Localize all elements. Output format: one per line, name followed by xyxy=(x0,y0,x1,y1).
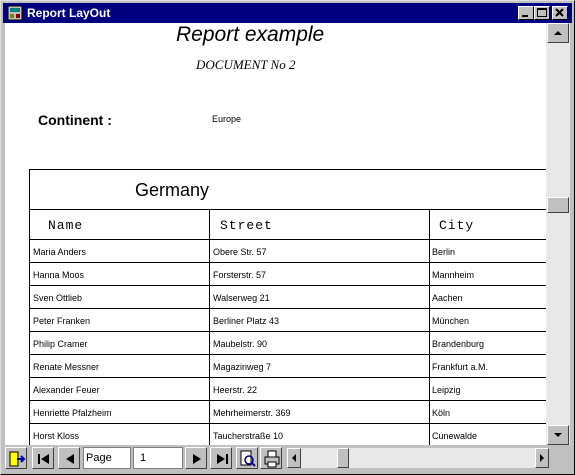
table-cell-street: Magazinweg 7 xyxy=(213,362,272,372)
table-cell-city: Berlin xyxy=(432,247,456,257)
table-cell-name: Maria Anders xyxy=(33,247,87,257)
continent-value: Europe xyxy=(212,114,242,124)
report-subtitle: DOCUMENT No 2 xyxy=(196,57,296,72)
table-cell-street: Berliner Platz 43 xyxy=(213,316,280,326)
print-icon[interactable] xyxy=(260,447,282,469)
vertical-scroll-thumb[interactable] xyxy=(547,197,569,213)
column-header-street: Street xyxy=(220,218,273,233)
maximize-button[interactable] xyxy=(534,6,550,20)
table-cell-city: Köln xyxy=(432,408,451,418)
window-title: Report LayOut xyxy=(27,6,111,20)
column-header-name: Name xyxy=(48,218,84,233)
scroll-up-button[interactable] xyxy=(547,23,569,43)
navigation-bar: Page xyxy=(5,445,570,472)
app-icon[interactable] xyxy=(7,5,23,21)
country-heading: Germany xyxy=(135,180,210,200)
table-cell-street: Heerstr. 22 xyxy=(213,385,258,395)
table-cell-name: Peter Franken xyxy=(33,316,91,326)
table-cell-name: Henriette Pfalzheim xyxy=(33,408,112,418)
table-cell-street: Walserweg 21 xyxy=(213,293,270,303)
country-table: Germany Name Street City Maria Anders Ob… xyxy=(29,169,546,445)
table-cell-street: Taucherstraße 10 xyxy=(213,431,284,441)
next-page-button[interactable] xyxy=(185,447,207,469)
zoom-icon[interactable] xyxy=(236,447,258,469)
table-cell-name: Alexander Feuer xyxy=(33,385,100,395)
scroll-right-button[interactable] xyxy=(535,448,549,468)
first-page-button[interactable] xyxy=(32,447,54,469)
table-cell-city: Mannheim xyxy=(432,270,475,280)
table-cell-city: München xyxy=(432,316,470,326)
page-number-input[interactable] xyxy=(133,447,183,469)
title-bar[interactable]: Report LayOut xyxy=(3,3,572,23)
table-cell-street: Forsterstr. 57 xyxy=(213,270,267,280)
table-cell-street: Maubelstr. 90 xyxy=(213,339,268,349)
table-cell-city: Frankfurt a.M. xyxy=(432,362,489,372)
scroll-down-button[interactable] xyxy=(547,425,569,445)
table-cell-name: Hanna Moos xyxy=(33,270,85,280)
table-cell-city: Cunewalde xyxy=(432,431,478,441)
previous-page-button[interactable] xyxy=(58,447,80,469)
close-button[interactable] xyxy=(552,6,568,20)
table-cell-street: Mehrheimerstr. 369 xyxy=(213,408,291,418)
table-cell-name: Philip Cramer xyxy=(33,339,88,349)
last-page-button[interactable] xyxy=(210,447,232,469)
report-canvas: Report example DOCUMENT No 2 Continent :… xyxy=(5,23,546,445)
horizontal-scrollbar[interactable] xyxy=(287,448,549,468)
horizontal-scroll-thumb[interactable] xyxy=(337,448,349,468)
table-cell-city: Leipzig xyxy=(432,385,461,395)
column-header-city: City xyxy=(439,218,475,233)
table-cell-street: Obere Str. 57 xyxy=(213,247,267,257)
report-window: Report LayOut Report example DOCUMENT No… xyxy=(0,0,575,475)
table-cell-city: Aachen xyxy=(432,293,463,303)
page-label: Page xyxy=(83,447,131,469)
table-cell-city: Brandenburg xyxy=(432,339,485,349)
table-cell-name: Sven Ottlieb xyxy=(33,293,83,303)
scroll-left-button[interactable] xyxy=(287,448,301,468)
minimize-button[interactable] xyxy=(518,6,534,20)
exit-button[interactable] xyxy=(5,447,27,469)
report-title: Report example xyxy=(176,23,325,46)
table-cell-name: Renate Messner xyxy=(33,362,100,372)
continent-label: Continent : xyxy=(38,112,112,128)
table-cell-name: Horst Kloss xyxy=(33,431,80,441)
vertical-scrollbar[interactable] xyxy=(546,23,570,445)
